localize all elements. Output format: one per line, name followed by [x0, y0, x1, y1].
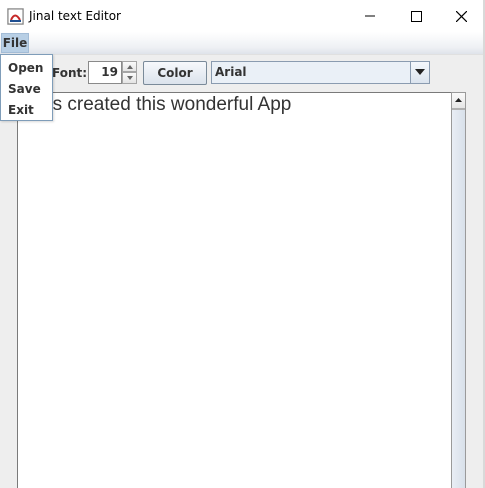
menu-item-save[interactable]: Save — [8, 82, 41, 96]
maximize-icon — [410, 10, 422, 22]
font-family-value: Arial — [215, 65, 247, 79]
color-button[interactable]: Color — [143, 61, 207, 85]
arrow-up-icon — [127, 65, 133, 69]
app-window: Jinal text Editor File Font: 19 Color Ar… — [0, 0, 485, 488]
close-button[interactable] — [438, 0, 484, 32]
close-icon — [455, 10, 467, 22]
spinner-up-button[interactable] — [122, 61, 137, 72]
menu-item-open[interactable]: Open — [8, 61, 43, 75]
file-menu-dropdown: Open Save Exit — [0, 54, 53, 121]
scrollbar-thumb[interactable] — [452, 109, 465, 488]
java-app-icon — [7, 8, 24, 25]
maximize-button[interactable] — [393, 0, 439, 32]
arrow-down-icon — [127, 76, 133, 80]
menu-bar: File — [0, 32, 485, 55]
chevron-down-icon — [415, 69, 425, 75]
title-bar: Jinal text Editor — [0, 0, 485, 32]
menu-file[interactable]: File — [1, 33, 29, 53]
font-size-field[interactable]: 19 — [88, 61, 122, 84]
font-label: Font: — [52, 66, 88, 80]
editor-text-area[interactable]: l has created this wonderful App — [17, 92, 451, 488]
minimize-icon — [365, 15, 375, 17]
combo-dropdown-button[interactable] — [410, 62, 429, 83]
editor-content: l has created this wonderful App — [22, 94, 292, 115]
window-title: Jinal text Editor — [29, 9, 121, 23]
menu-item-exit[interactable]: Exit — [8, 103, 34, 117]
font-size-spinner[interactable]: 19 — [88, 61, 138, 84]
vertical-scrollbar[interactable] — [451, 92, 466, 488]
spinner-down-button[interactable] — [122, 72, 137, 84]
minimize-button[interactable] — [347, 0, 393, 32]
arrow-up-icon — [455, 98, 462, 102]
scroll-up-button[interactable] — [452, 93, 465, 109]
font-family-combobox[interactable]: Arial — [211, 61, 430, 84]
